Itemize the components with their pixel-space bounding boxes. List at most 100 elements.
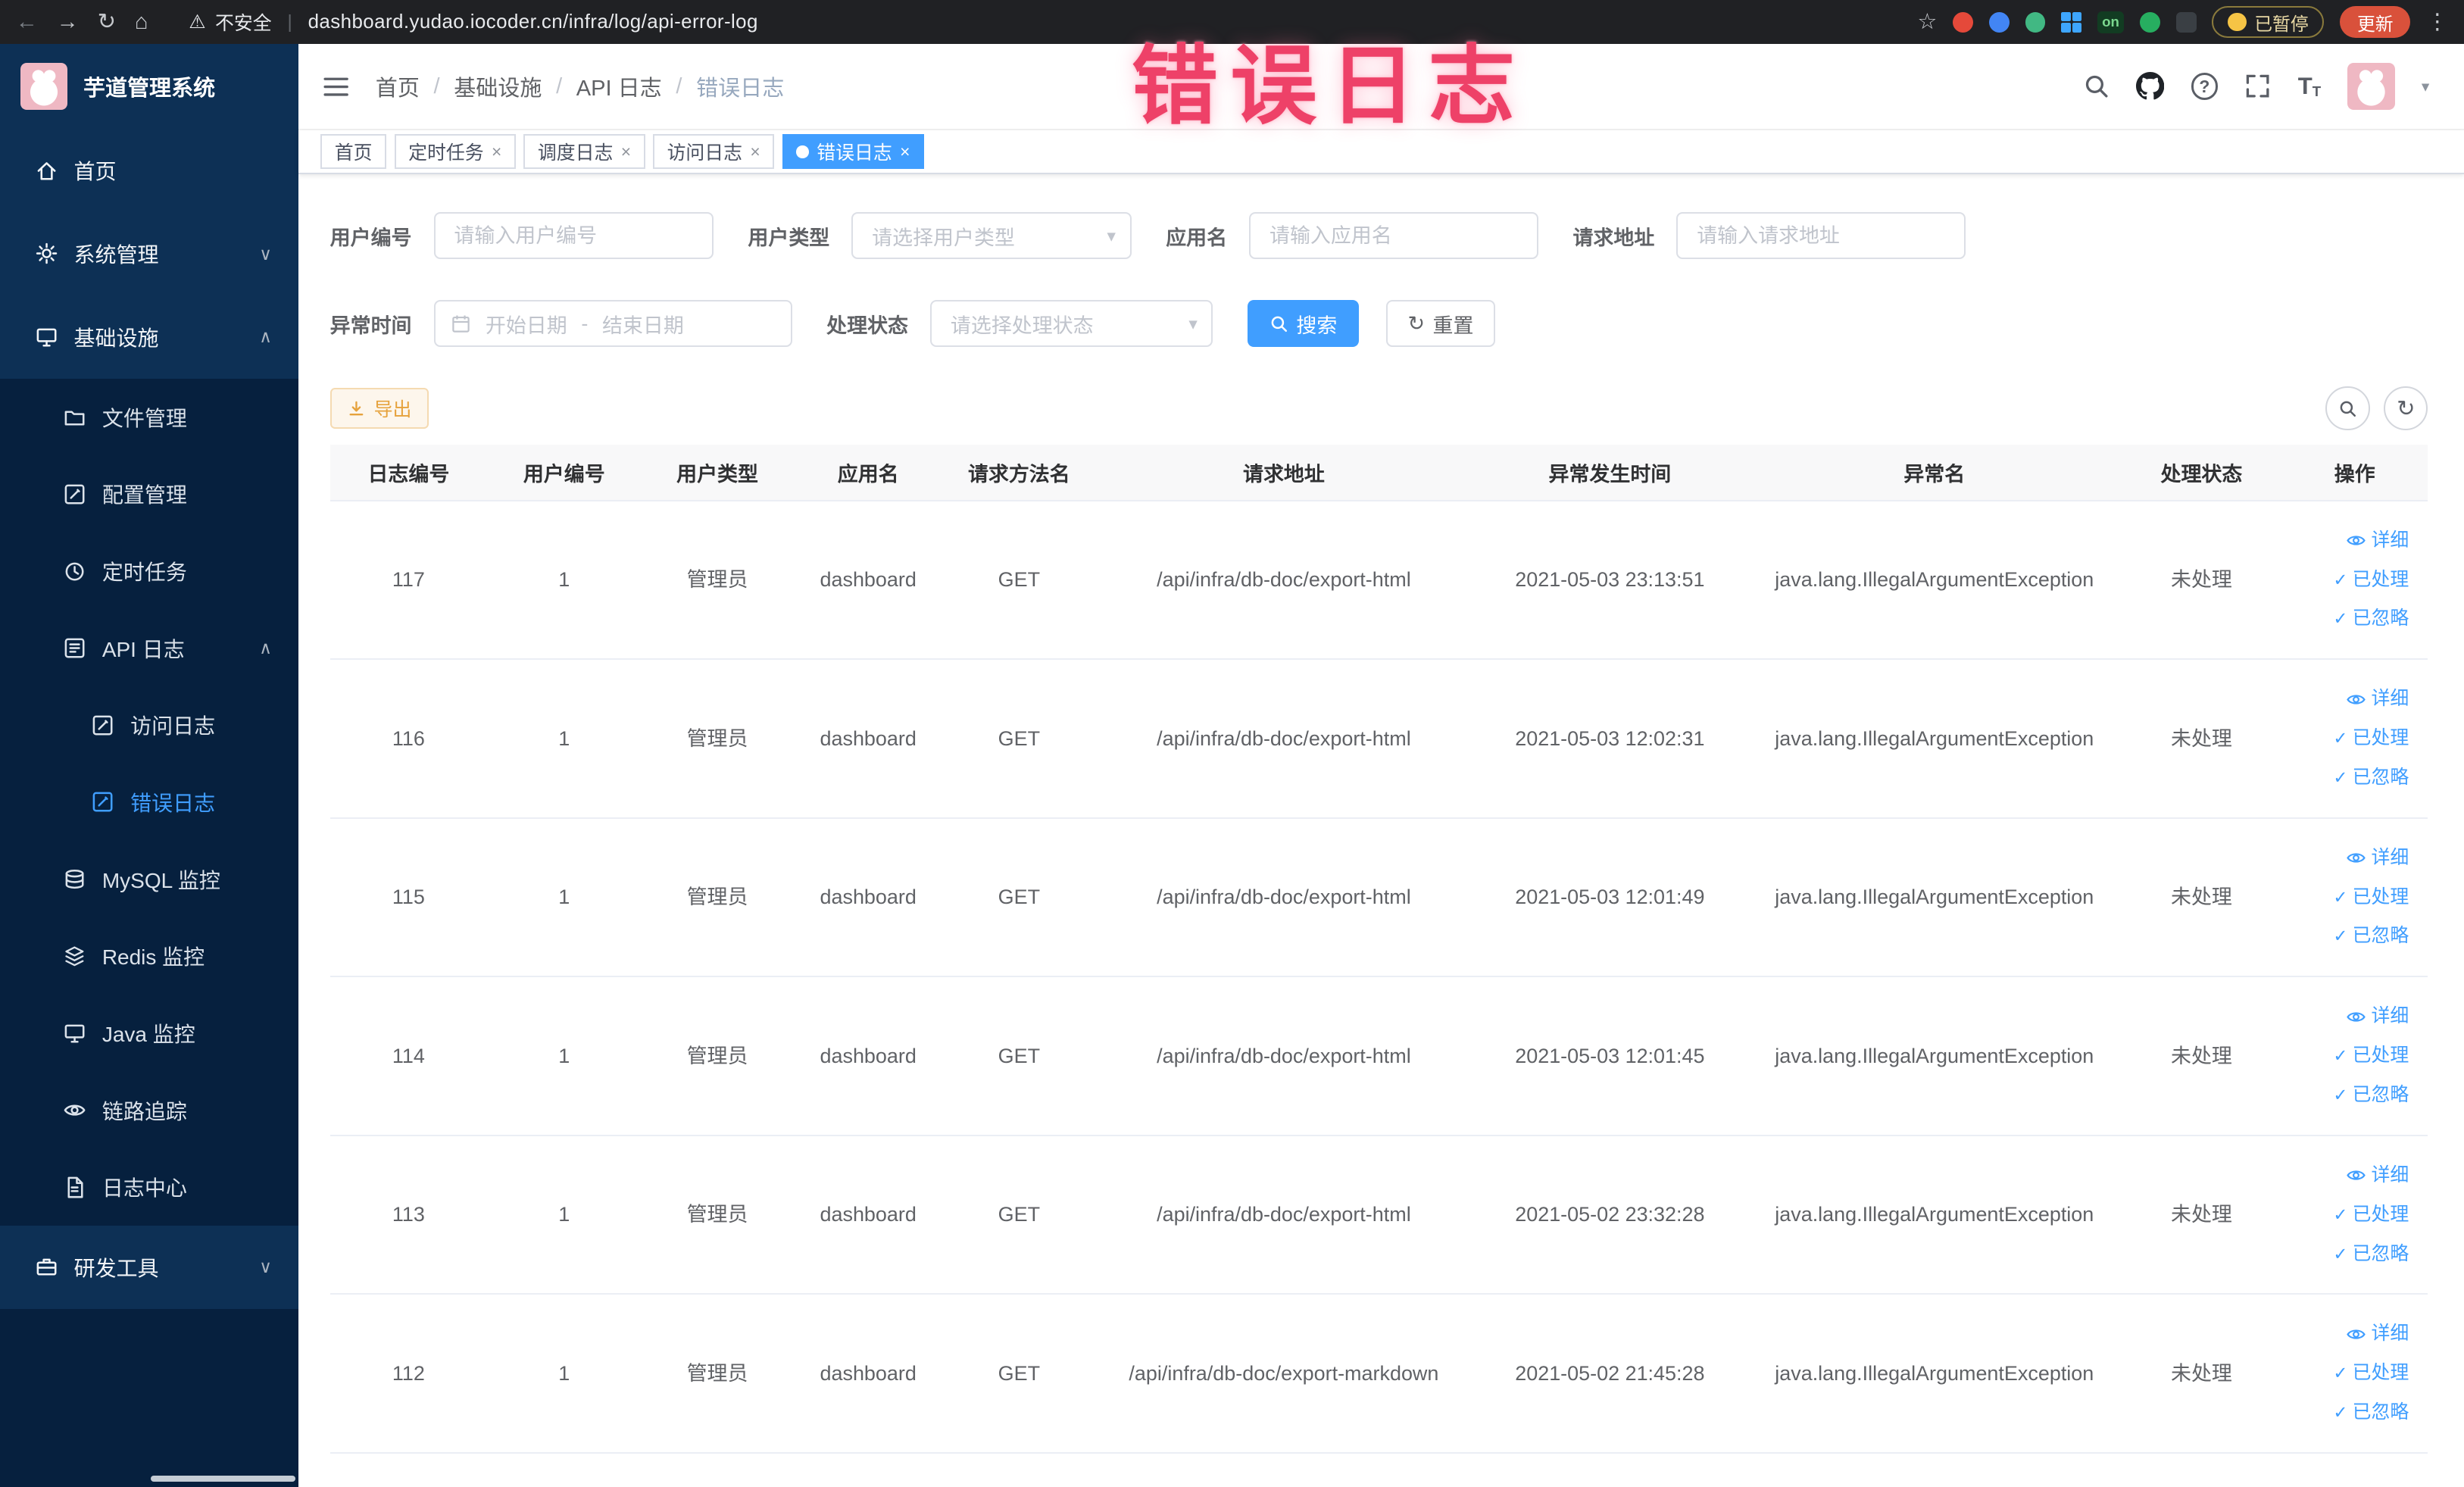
date-range-picker[interactable]: 开始日期 - 结束日期 bbox=[433, 300, 792, 348]
back-icon[interactable]: ← bbox=[16, 11, 38, 33]
detail-link[interactable]: 详细 bbox=[2346, 1314, 2409, 1354]
sidebar-item-error-log[interactable]: 错误日志 bbox=[0, 764, 299, 841]
processed-link[interactable]: ✓ 已处理 bbox=[2333, 719, 2409, 758]
font-size-icon[interactable]: TT bbox=[2298, 73, 2321, 100]
sidebar-item-mysql-monitor[interactable]: MySQL 监控 bbox=[0, 840, 299, 918]
breadcrumb-item[interactable]: 基础设施 bbox=[454, 70, 542, 102]
paused-badge[interactable]: 已暂停 bbox=[2212, 6, 2325, 38]
ignored-link[interactable]: ✓ 已忽略 bbox=[2333, 1235, 2409, 1274]
security-chip[interactable]: ⚠ 不安全 | dashboard.yudao.iocoder.cn/infra… bbox=[189, 8, 758, 36]
user-type-select[interactable]: 请选择用户类型 ▾ bbox=[851, 212, 1132, 260]
sidebar-item-label: MySQL 监控 bbox=[101, 868, 220, 892]
address-url[interactable]: dashboard.yudao.iocoder.cn/infra/log/api… bbox=[308, 11, 758, 33]
detail-link[interactable]: 详细 bbox=[2346, 1156, 2409, 1195]
cell-actions: 详细 ✓ 已处理 ✓ 已忽略 bbox=[2281, 839, 2428, 957]
breadcrumb-item[interactable]: API 日志 bbox=[576, 70, 662, 102]
processed-link[interactable]: ✓ 已处理 bbox=[2333, 1036, 2409, 1076]
extension-icon-leaf[interactable] bbox=[2139, 11, 2160, 33]
sidebar-item-log-center[interactable]: 日志中心 bbox=[0, 1148, 299, 1226]
reload-icon[interactable]: ↻ bbox=[98, 11, 116, 33]
detail-link[interactable]: 详细 bbox=[2346, 679, 2409, 719]
close-icon[interactable]: × bbox=[621, 142, 631, 162]
search-button[interactable]: 搜索 bbox=[1248, 300, 1360, 348]
ignored-link[interactable]: ✓ 已忽略 bbox=[2333, 917, 2409, 956]
sidebar-item-dev-tools[interactable]: 研发工具 ∨ bbox=[0, 1226, 299, 1309]
home-icon[interactable]: ⌂ bbox=[135, 11, 148, 33]
export-button[interactable]: 导出 bbox=[329, 388, 429, 430]
doc-edit-icon bbox=[92, 715, 113, 736]
extension-icon-vue[interactable] bbox=[2025, 11, 2046, 33]
tab-dispatch-log[interactable]: 调度日志 × bbox=[523, 134, 645, 170]
extension-icon-blue[interactable] bbox=[1988, 11, 2010, 33]
detail-link[interactable]: 详细 bbox=[2346, 521, 2409, 561]
processed-link[interactable]: ✓ 已处理 bbox=[2333, 1195, 2409, 1235]
extension-icon-grid[interactable] bbox=[2061, 11, 2082, 33]
chevron-down-icon: ∨ bbox=[259, 243, 272, 264]
bookmark-star-icon[interactable]: ☆ bbox=[1917, 11, 1937, 33]
eye-icon bbox=[2347, 1170, 2366, 1180]
extension-icon-red[interactable] bbox=[1953, 11, 1974, 33]
app-logo[interactable]: 芋道管理系统 bbox=[0, 44, 299, 130]
sidebar-item-home[interactable]: 首页 bbox=[0, 129, 299, 213]
close-icon[interactable]: × bbox=[900, 142, 910, 162]
fullscreen-icon[interactable] bbox=[2244, 73, 2271, 99]
sidebar-item-infra[interactable]: 基础设施 ∧ bbox=[0, 295, 299, 379]
sidebar-item-scheduled-task[interactable]: 定时任务 bbox=[0, 533, 299, 610]
app-name-input[interactable] bbox=[1249, 212, 1538, 260]
sidebar-item-file-manage[interactable]: 文件管理 bbox=[0, 378, 299, 456]
ignored-link[interactable]: ✓ 已忽略 bbox=[2333, 1393, 2409, 1432]
extension-icon-on[interactable]: on bbox=[2097, 11, 2125, 33]
tab-access-log[interactable]: 访问日志 × bbox=[652, 134, 775, 170]
column-header: 异常名 bbox=[1903, 462, 1966, 486]
ignored-link[interactable]: ✓ 已忽略 bbox=[2333, 758, 2409, 798]
sidebar-item-redis-monitor[interactable]: Redis 监控 bbox=[0, 917, 299, 995]
ignored-link[interactable]: ✓ 已忽略 bbox=[2333, 599, 2409, 639]
check-icon: ✓ bbox=[2333, 886, 2348, 907]
sidebar-item-config-manage[interactable]: 配置管理 bbox=[0, 455, 299, 533]
ignored-link[interactable]: ✓ 已忽略 bbox=[2333, 1076, 2409, 1115]
processed-link[interactable]: ✓ 已处理 bbox=[2333, 561, 2409, 600]
tab-error-log[interactable]: 错误日志 × bbox=[782, 134, 925, 170]
sidebar-item-trace[interactable]: 链路追踪 bbox=[0, 1071, 299, 1149]
process-status-select[interactable]: 请选择处理状态 ▾ bbox=[930, 300, 1213, 348]
cell-app-name: dashboard bbox=[820, 568, 917, 592]
cell-method: GET bbox=[998, 1044, 1041, 1067]
update-button[interactable]: 更新 bbox=[2340, 6, 2411, 38]
search-icon[interactable] bbox=[2083, 73, 2110, 99]
tab-label: 调度日志 bbox=[537, 142, 614, 164]
close-icon[interactable]: × bbox=[750, 142, 760, 162]
processed-link[interactable]: ✓ 已处理 bbox=[2333, 878, 2409, 917]
warning-icon: ⚠ bbox=[189, 11, 206, 33]
refresh-button[interactable]: ↻ bbox=[2384, 386, 2428, 431]
github-icon[interactable] bbox=[2136, 72, 2165, 100]
reset-button[interactable]: ↻ 重置 bbox=[1385, 300, 1496, 348]
detail-link[interactable]: 详细 bbox=[2346, 997, 2409, 1036]
sidebar-item-api-log[interactable]: API 日志 ∧ bbox=[0, 609, 299, 687]
extension-icon-dark[interactable] bbox=[2175, 11, 2197, 33]
sidebar-item-access-log[interactable]: 访问日志 bbox=[0, 686, 299, 764]
close-icon[interactable]: × bbox=[492, 142, 501, 162]
sidebar-item-label: 配置管理 bbox=[101, 483, 187, 508]
caret-down-icon[interactable]: ▾ bbox=[2422, 77, 2429, 96]
tab-scheduled-task[interactable]: 定时任务 × bbox=[394, 134, 516, 170]
cell-log-id: 115 bbox=[392, 886, 425, 909]
check-icon: ✓ bbox=[2333, 1402, 2348, 1423]
help-icon[interactable]: ? bbox=[2191, 73, 2218, 100]
tags-view-bar: 首页 定时任务 × 调度日志 × 访问日志 × 错误日志 × bbox=[298, 130, 2464, 175]
user-avatar[interactable] bbox=[2347, 63, 2395, 111]
sidebar-item-java-monitor[interactable]: Java 监控 bbox=[0, 995, 299, 1072]
hamburger-icon[interactable] bbox=[322, 74, 350, 99]
breadcrumb-item[interactable]: 首页 bbox=[376, 70, 420, 102]
user-id-input[interactable] bbox=[433, 212, 714, 260]
detail-link[interactable]: 详细 bbox=[2346, 839, 2409, 878]
forward-icon[interactable]: → bbox=[57, 11, 79, 33]
kebab-menu-icon[interactable]: ⋮ bbox=[2426, 11, 2448, 33]
filter-user-type: 用户类型 请选择用户类型 ▾ bbox=[748, 212, 1132, 260]
processed-link[interactable]: ✓ 已处理 bbox=[2333, 1354, 2409, 1393]
sidebar-scrollbar[interactable] bbox=[151, 1476, 296, 1482]
sidebar-item-system[interactable]: 系统管理 ∨ bbox=[0, 212, 299, 295]
request-url-input[interactable] bbox=[1676, 212, 1966, 260]
tab-home[interactable]: 首页 bbox=[320, 134, 387, 170]
document-icon bbox=[67, 1176, 83, 1198]
search-toggle-button[interactable] bbox=[2325, 386, 2370, 431]
